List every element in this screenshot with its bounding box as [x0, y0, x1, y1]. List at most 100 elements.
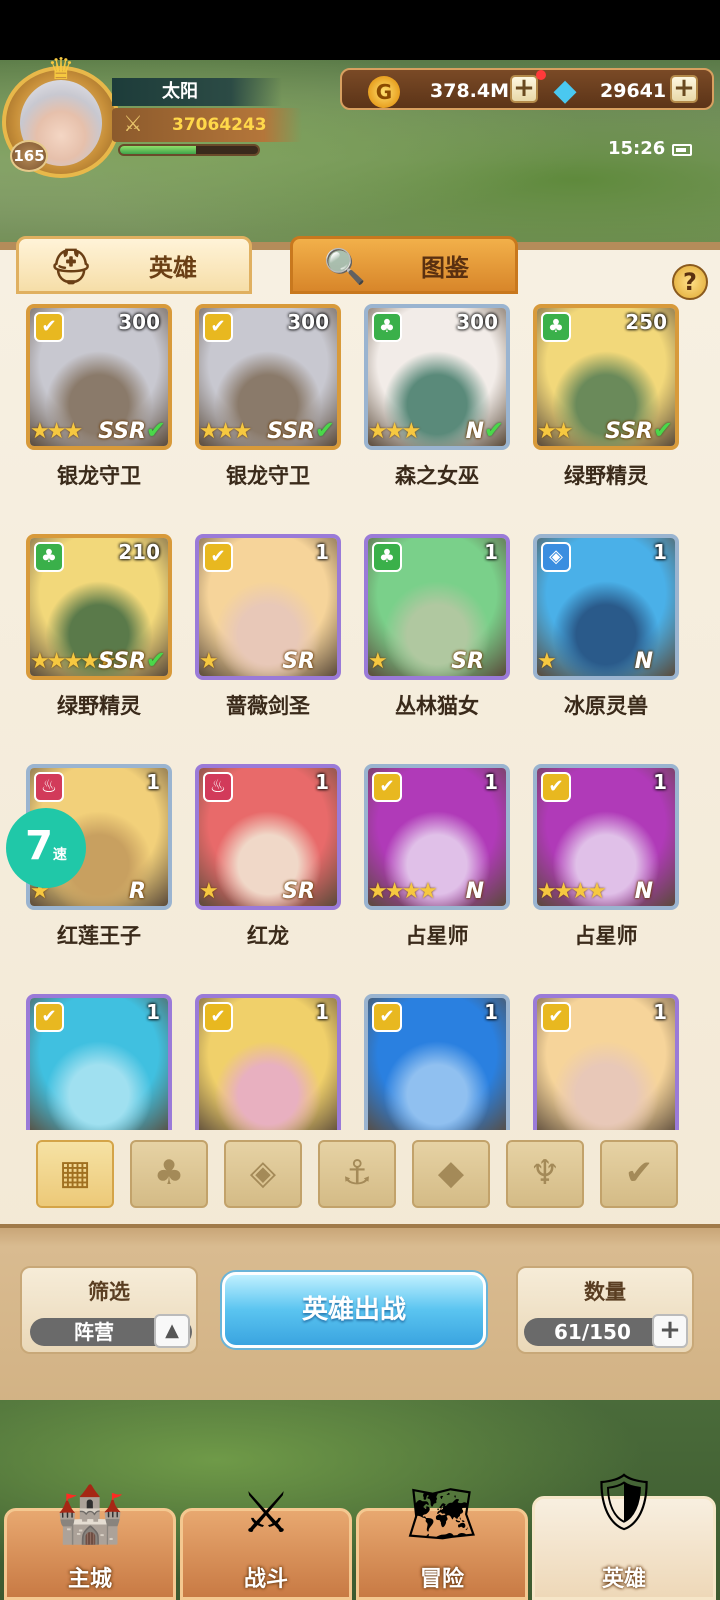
rarity-badge: SSR [267, 419, 315, 444]
star-rating: ★ [368, 649, 388, 674]
hero-card[interactable]: ◈ 1 ★ N [533, 534, 679, 680]
knight-helmet-icon: ⛑ [49, 247, 93, 287]
filter-nature-button[interactable]: ♣ [130, 1140, 208, 1208]
hero-card[interactable]: ✔ 1 [26, 994, 172, 1130]
gold-coin-icon: G [368, 76, 400, 108]
hero-card[interactable]: ✔ 1 [364, 994, 510, 1130]
faction-forest-icon: ♣ [34, 542, 64, 572]
hero-count: 1 [484, 540, 498, 564]
filter-anchor-button[interactable]: ⚓ [318, 1140, 396, 1208]
hero-name: 绿野精灵 [57, 694, 141, 718]
rarity-badge: N [634, 879, 653, 904]
player-name: 太阳 [112, 78, 282, 106]
top-black-bar [0, 0, 720, 60]
filter-all-button[interactable]: ▦ [36, 1140, 114, 1208]
nav-main-city-label: 主城 [67, 1567, 112, 1592]
hero-card[interactable]: ✔ 300 ★★★ SSR ✔ [195, 304, 341, 450]
filter-light-button[interactable]: ✔ [600, 1140, 678, 1208]
help-button[interactable]: ? [672, 264, 708, 300]
star-rating: ★ [199, 649, 219, 674]
battery-icon [672, 144, 692, 156]
combat-power-plate: ⚔ 37064243 [112, 108, 302, 142]
hero-card[interactable]: ♨ 1 ★ SR [195, 764, 341, 910]
nav-battle-label: 战斗 [243, 1567, 288, 1592]
hero-card[interactable]: ♣ 250 ★★ SSR ✔ [533, 304, 679, 450]
combat-power-value: 37064243 [172, 115, 267, 135]
faction-light-icon: ✔ [372, 1002, 402, 1032]
hero-card[interactable]: ♣ 1 ★ SR [364, 534, 510, 680]
chevron-up-icon[interactable]: ▲ [154, 1314, 190, 1348]
star-rating: ★★★ [199, 419, 252, 444]
faction-light-icon: ✔ [203, 542, 233, 572]
rarity-badge: SSR [605, 419, 653, 444]
nav-battle[interactable]: ⚔ 战斗 [180, 1481, 352, 1600]
exp-bar-fill [120, 146, 196, 154]
filter-selector[interactable]: 阵营 ▲ [30, 1314, 192, 1348]
checkmark-icon: ✔ [652, 416, 673, 444]
filter-dark-button[interactable]: ♆ [506, 1140, 584, 1208]
hero-grid: ✔ 300 ★★★ SSR ✔ 银龙守卫 ✔ 300 ★★★ SSR ✔ 银龙守卫 ♣ 300 ★★★ N ✔ 森… [0, 300, 720, 1130]
hero-count: 300 [287, 310, 329, 334]
hero-card[interactable]: ♣ 210 ★★★★★ SSR ✔ [26, 534, 172, 680]
hero-name: 蔷薇剑圣 [226, 694, 310, 718]
hero-name: 红龙 [247, 924, 289, 948]
nav-main-city[interactable]: 🏰 主城 [4, 1482, 176, 1600]
hero-name: 绿野精灵 [564, 464, 648, 488]
hero-count: 1 [315, 540, 329, 564]
hero-card[interactable]: ✔ 1 [533, 994, 679, 1130]
filter-title: 筛选 [88, 1280, 130, 1304]
hero-card[interactable]: ♣ 300 ★★★ N ✔ [364, 304, 510, 450]
faction-light-icon: ✔ [34, 312, 64, 342]
star-rating: ★ [199, 879, 219, 904]
faction-light-icon: ✔ [203, 312, 233, 342]
nav-heroes-label: 英雄 [601, 1567, 646, 1592]
rarity-badge: SR [451, 649, 484, 674]
hero-name: 冰原灵兽 [564, 694, 648, 718]
hero-name: 银龙守卫 [57, 464, 141, 488]
horns-icon: ♆ [529, 1153, 561, 1193]
currency-bar: G 378.4M + ◆ 29641 + [340, 68, 714, 110]
hero-count: 1 [484, 770, 498, 794]
nav-heroes[interactable]: 🛡 英雄 [532, 1470, 716, 1600]
hero-card[interactable]: ✔ 1 ★★★★ N [364, 764, 510, 910]
hero-name: 占星师 [574, 924, 638, 948]
faction-light-icon: ✔ [372, 772, 402, 802]
tab-dex-label: 图鉴 [421, 254, 469, 282]
leaf-icon: ♣ [153, 1153, 185, 1193]
nav-adventure[interactable]: 🗺 冒险 [356, 1482, 528, 1600]
exp-bar [118, 144, 260, 156]
hero-card[interactable]: ✔ 1 [195, 994, 341, 1130]
diamond-icon: ◆ [553, 73, 577, 108]
hero-card[interactable]: ✔ 1 ★★★★ N [533, 764, 679, 910]
rarity-badge: SSR [98, 649, 146, 674]
speed-label: 速 [52, 847, 67, 863]
tab-heroes[interactable]: ⛑ 英雄 [16, 236, 252, 294]
filter-beast-button[interactable]: ◆ [412, 1140, 490, 1208]
hero-count: 1 [315, 1000, 329, 1024]
hero-crest-icon: 🛡 [588, 1470, 660, 1535]
hero-count-box: 数量 61/150 + [516, 1266, 694, 1354]
star-rating: ★★ [537, 419, 573, 444]
star-rating: ★★★★ [368, 879, 438, 904]
deploy-heroes-button[interactable]: 英雄出战 [222, 1272, 486, 1348]
faction-fire-icon: ♨ [203, 772, 233, 802]
faction-fire-icon: ♨ [34, 772, 64, 802]
expand-capacity-button[interactable]: + [652, 1314, 688, 1348]
filter-box: 筛选 阵营 ▲ [20, 1266, 198, 1354]
hero-name: 银龙守卫 [226, 464, 310, 488]
speed-booster-badge[interactable]: 7速 [6, 808, 86, 888]
hero-card[interactable]: ✔ 1 ★ SR [195, 534, 341, 680]
filter-water-button[interactable]: ◈ [224, 1140, 302, 1208]
add-gems-button[interactable]: + [670, 75, 698, 103]
hero-card[interactable]: ✔ 300 ★★★ SSR ✔ [26, 304, 172, 450]
notification-dot [536, 70, 546, 80]
checkmark-icon: ✔ [145, 416, 166, 444]
rarity-badge: SR [282, 879, 315, 904]
tab-heroes-label: 英雄 [149, 254, 197, 282]
rarity-badge: SR [282, 649, 315, 674]
star-rating: ★ [537, 649, 557, 674]
magnifier-book-icon: 🔍 [323, 247, 367, 287]
hero-count: 300 [118, 310, 160, 334]
tab-dex[interactable]: 🔍 图鉴 [290, 236, 518, 294]
add-gold-button[interactable]: + [510, 75, 538, 103]
